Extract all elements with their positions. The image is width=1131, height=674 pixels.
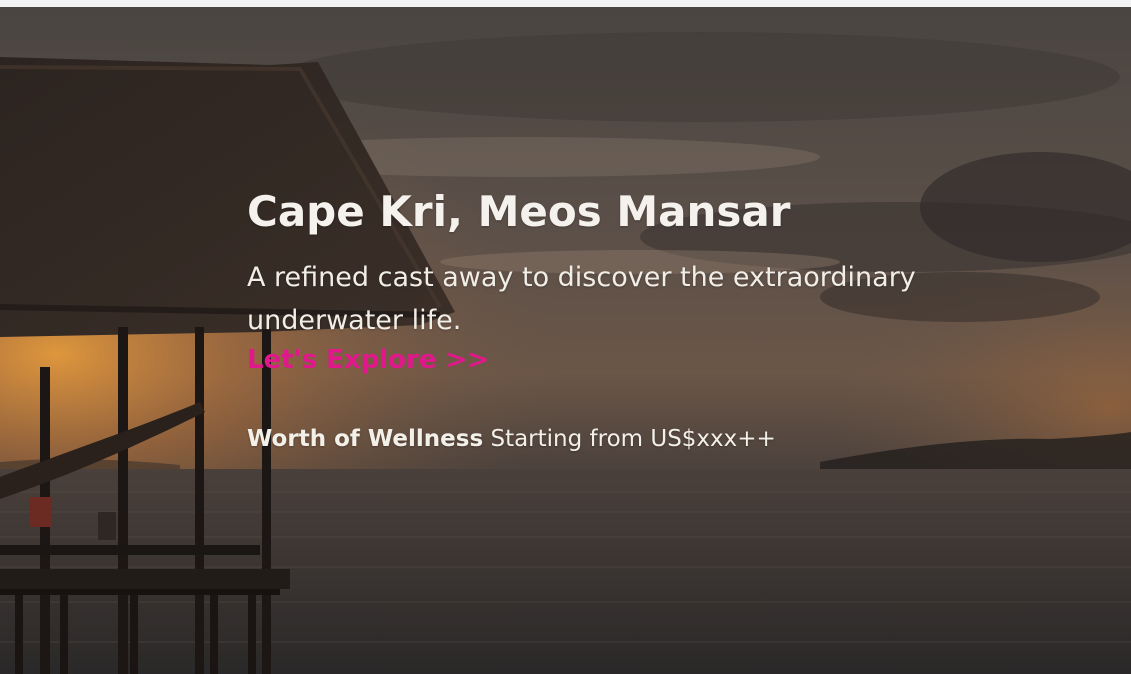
price-line: Worth of Wellness Starting from US$xxx++: [247, 422, 1027, 456]
hero-banner: Cape Kri, Meos Mansar A refined cast awa…: [0, 7, 1131, 674]
explore-link[interactable]: Let's Explore >>: [247, 342, 489, 378]
hero-content: Cape Kri, Meos Mansar A refined cast awa…: [247, 184, 1027, 456]
hero-subtitle: A refined cast away to discover the extr…: [247, 262, 916, 336]
price-text: Starting from US$xxx++: [483, 426, 776, 452]
hero-title: Cape Kri, Meos Mansar: [247, 187, 791, 236]
price-label: Worth of Wellness: [247, 426, 484, 452]
